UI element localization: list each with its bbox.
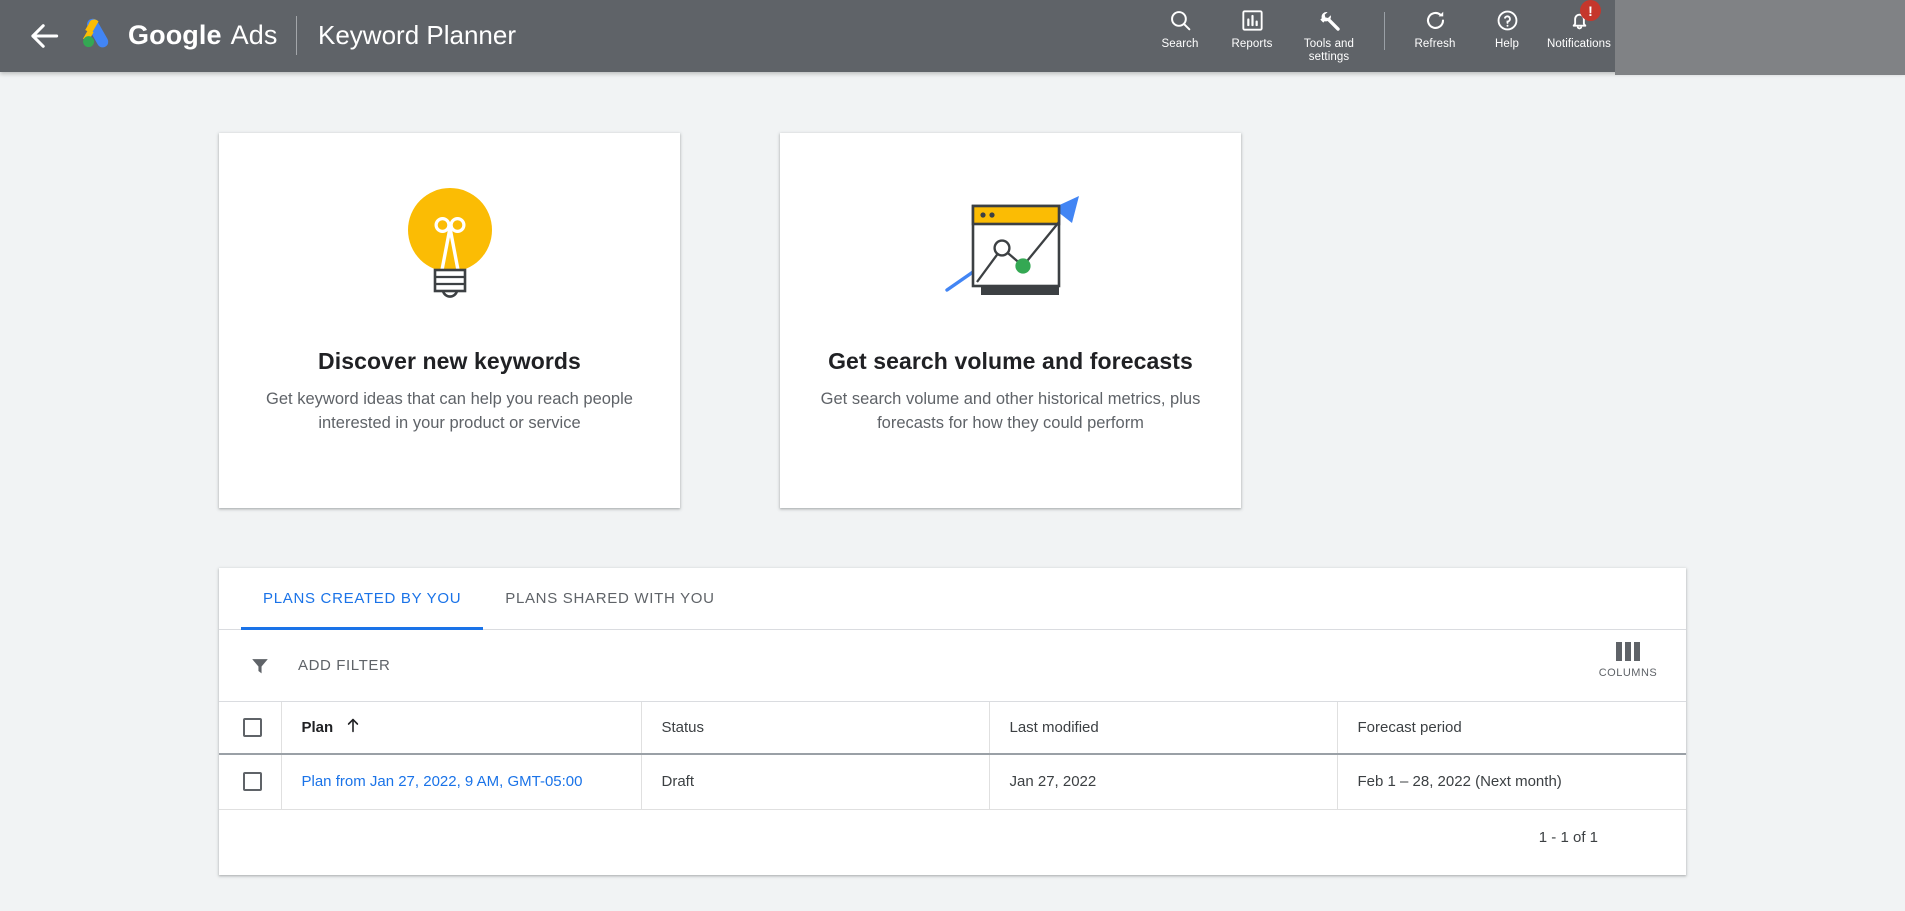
plan-link[interactable]: Plan from Jan 27, 2022, 9 AM, GMT-05:00 xyxy=(302,773,583,790)
column-header-plan-label: Plan xyxy=(301,719,334,736)
toolbar-search-label: Search xyxy=(1161,38,1199,50)
account-panel-redacted xyxy=(1615,0,1905,75)
plans-table-body: Plan from Jan 27, 2022, 9 AM, GMT-05:00 … xyxy=(219,754,1686,810)
brand-divider xyxy=(296,16,297,55)
table-header-row: Plan Status Last modified Forecast perio… xyxy=(219,702,1686,755)
help-icon xyxy=(1494,7,1520,33)
columns-button[interactable]: COLUMNS xyxy=(1592,642,1664,679)
discover-new-keywords-card[interactable]: Discover new keywords Get keyword ideas … xyxy=(219,133,680,508)
forecast-chart-icon xyxy=(780,133,1241,348)
toolbar-actions: Search Reports Tools and settings Refres… xyxy=(1144,0,1615,72)
row-select-cell xyxy=(219,754,282,810)
back-arrow-icon[interactable] xyxy=(25,17,63,55)
toolbar-refresh-button[interactable]: Refresh xyxy=(1399,0,1471,51)
column-header-forecast-period[interactable]: Forecast period xyxy=(1337,702,1686,755)
column-header-plan[interactable]: Plan xyxy=(281,702,642,755)
add-filter-button[interactable]: ADD FILTER xyxy=(298,657,390,674)
column-header-status[interactable]: Status xyxy=(641,702,990,755)
cell-plan: Plan from Jan 27, 2022, 9 AM, GMT-05:00 xyxy=(281,754,642,810)
columns-label: COLUMNS xyxy=(1598,667,1658,679)
toolbar-refresh-label: Refresh xyxy=(1414,38,1456,50)
toolbar-tools-settings-button[interactable]: Tools and settings xyxy=(1288,0,1370,64)
card-title: Discover new keywords xyxy=(318,348,581,374)
toolbar-help-label: Help xyxy=(1494,38,1520,50)
lightbulb-icon xyxy=(219,133,680,348)
notification-badge: ! xyxy=(1580,0,1601,21)
wrench-icon xyxy=(1316,7,1342,33)
toolbar-reports-button[interactable]: Reports xyxy=(1216,0,1288,51)
cell-last-modified: Jan 27, 2022 xyxy=(989,754,1338,810)
cell-forecast-period: Feb 1 – 28, 2022 (Next month) xyxy=(1337,754,1686,810)
card-description: Get keyword ideas that can help you reac… xyxy=(266,390,633,432)
brand-google: Google xyxy=(128,19,222,50)
columns-icon xyxy=(1616,642,1640,661)
row-checkbox[interactable] xyxy=(243,772,262,792)
plans-table: Plan Status Last modified Forecast perio… xyxy=(219,702,1686,810)
pagination: 1 - 1 of 1 xyxy=(219,810,1686,866)
page-title: Keyword Planner xyxy=(318,19,516,50)
brand-ads: Ads xyxy=(230,19,278,50)
tab-plans-shared-with-you[interactable]: PLANS SHARED WITH YOU xyxy=(483,568,736,629)
toolbar-reports-label: Reports xyxy=(1231,38,1273,50)
plans-panel: PLANS CREATED BY YOU PLANS SHARED WITH Y… xyxy=(219,568,1686,875)
plans-tabs: PLANS CREATED BY YOU PLANS SHARED WITH Y… xyxy=(219,568,1686,630)
table-row[interactable]: Plan from Jan 27, 2022, 9 AM, GMT-05:00 … xyxy=(219,754,1686,810)
search-icon xyxy=(1167,7,1193,33)
toolbar-notifications-button[interactable]: ! Notifications xyxy=(1543,0,1615,51)
refresh-icon xyxy=(1422,7,1448,33)
toolbar-tools-settings-label: Tools and settings xyxy=(1303,38,1355,63)
card-title: Get search volume and forecasts xyxy=(828,348,1193,374)
reports-icon xyxy=(1239,7,1265,33)
plans-table-head: Plan Status Last modified Forecast perio… xyxy=(219,702,1686,755)
toolbar-notifications-label: Notifications xyxy=(1547,38,1611,50)
column-header-last-modified[interactable]: Last modified xyxy=(989,702,1338,755)
toolbar-help-button[interactable]: Help xyxy=(1471,0,1543,51)
search-volume-forecasts-card[interactable]: Get search volume and forecasts Get sear… xyxy=(780,133,1241,508)
funnel-icon[interactable] xyxy=(249,655,271,677)
select-all-header xyxy=(219,702,282,755)
toolbar-divider xyxy=(1384,12,1385,50)
cell-status: Draft xyxy=(641,754,990,810)
pagination-range: 1 - 1 of 1 xyxy=(1538,829,1598,846)
brand-name[interactable]: Google Ads xyxy=(128,14,277,56)
google-ads-logo[interactable] xyxy=(77,14,119,56)
arrow-up-icon xyxy=(346,718,360,737)
select-all-checkbox[interactable] xyxy=(243,718,262,737)
toolbar-search-button[interactable]: Search xyxy=(1144,0,1216,51)
tab-plans-created-by-you[interactable]: PLANS CREATED BY YOU xyxy=(241,568,484,630)
filter-bar: ADD FILTER COLUMNS xyxy=(219,630,1686,702)
card-description: Get search volume and other historical m… xyxy=(820,390,1201,432)
